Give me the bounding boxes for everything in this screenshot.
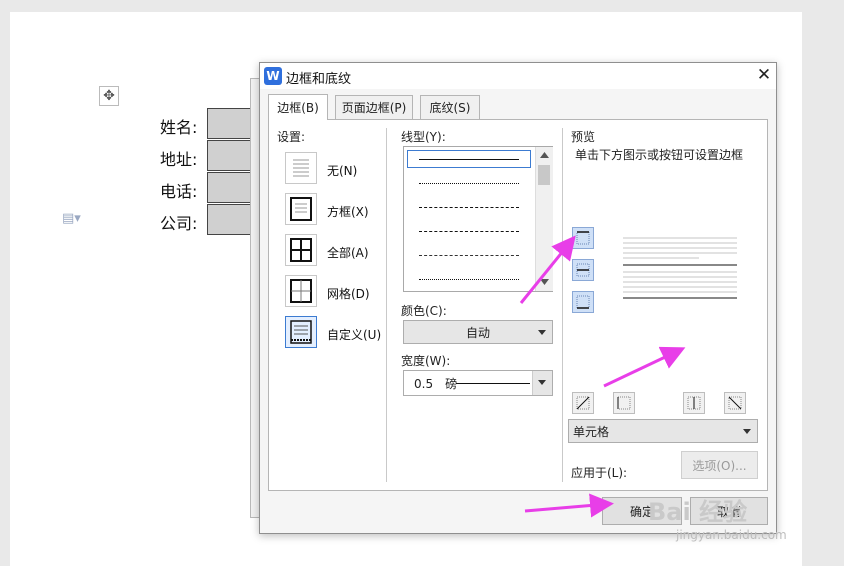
options-button[interactable]: 选项(O)... [681, 451, 758, 479]
scroll-down-icon[interactable] [540, 279, 549, 285]
dialog-title: 边框和底纹 [286, 72, 352, 87]
width-label: 宽度(W): [401, 354, 451, 368]
scroll-thumb[interactable] [538, 165, 550, 185]
tab-page-border[interactable]: 页面边框(P) [335, 95, 413, 119]
table-move-handle-icon[interactable]: ✥ [99, 86, 119, 106]
line-style-dash-dot[interactable] [419, 255, 519, 256]
tab-shading[interactable]: 底纹(S) [420, 95, 480, 119]
field-label-phone: 电话: [160, 182, 198, 201]
setting-custom-icon[interactable] [285, 316, 317, 348]
field-label-company: 公司: [160, 214, 198, 233]
paragraph-icon[interactable]: ▤▾ [62, 211, 81, 226]
color-dropdown[interactable]: 自动 [403, 320, 553, 344]
divider-right [562, 128, 563, 482]
line-style-dashed-fine[interactable] [419, 207, 519, 208]
apply-to-dropdown[interactable]: 单元格 [568, 419, 758, 443]
divider-left [386, 128, 387, 482]
watermark-logo: Bai 经验 [648, 498, 748, 526]
width-sample-line [456, 383, 530, 384]
line-style-heading: 线型(Y): [401, 130, 446, 144]
setting-none-label: 无(N) [327, 164, 358, 178]
line-style-solid[interactable] [419, 159, 519, 160]
color-label: 颜色(C): [401, 304, 447, 318]
setting-all-icon[interactable] [285, 234, 317, 266]
borders-shading-dialog: W 边框和底纹 ✕ 边框(B) 页面边框(P) 底纹(S) 设置: 无(N) 方… [259, 62, 777, 534]
setting-all-label: 全部(A) [327, 246, 369, 260]
line-style-dotted[interactable] [419, 183, 519, 184]
chevron-down-icon [743, 429, 751, 434]
line-style-scrollbar[interactable] [535, 147, 553, 291]
watermark-url: jingyan.baidu.com [676, 528, 787, 542]
apply-to-label: 应用于(L): [571, 466, 628, 480]
width-value: 0.5 磅 [414, 376, 458, 391]
dialog-titlebar: W 边框和底纹 ✕ [260, 63, 776, 89]
setting-box-label: 方框(X) [327, 205, 369, 219]
line-style-dash-dot-dot[interactable] [419, 279, 519, 280]
field-label-name: 姓名: [160, 118, 198, 137]
border-inside-horizontal-toggle-icon[interactable] [572, 259, 594, 281]
preview-hint: 单击下方图示或按钮可设置边框 [575, 148, 744, 162]
setting-custom-label: 自定义(U) [327, 328, 382, 342]
width-dropdown[interactable]: 0.5 磅 [403, 370, 553, 396]
border-left-toggle-icon[interactable] [613, 392, 635, 414]
tab-borders[interactable]: 边框(B) [268, 94, 328, 120]
border-top-toggle-icon[interactable] [572, 227, 594, 249]
line-style-dashed[interactable] [419, 231, 519, 232]
wps-logo-icon: W [264, 67, 282, 85]
chevron-down-icon [538, 330, 546, 335]
chevron-down-icon [538, 380, 546, 385]
apply-to-value: 单元格 [573, 424, 610, 439]
settings-heading: 设置: [277, 130, 306, 144]
border-diagonal-down-toggle-icon[interactable] [724, 392, 746, 414]
field-label-address: 地址: [160, 150, 198, 169]
setting-grid-label: 网格(D) [327, 287, 370, 301]
border-diagonal-up-toggle-icon[interactable] [572, 392, 594, 414]
border-bottom-toggle-icon[interactable] [572, 291, 594, 313]
setting-none-icon[interactable] [285, 152, 317, 184]
close-icon[interactable]: ✕ [754, 65, 774, 85]
setting-grid-icon[interactable] [285, 275, 317, 307]
border-preview-area[interactable] [619, 232, 741, 306]
border-inside-vertical-toggle-icon[interactable] [683, 392, 705, 414]
preview-heading: 预览 [571, 130, 596, 144]
scroll-up-icon[interactable] [540, 152, 549, 158]
line-style-list[interactable] [403, 146, 553, 292]
color-value: 自动 [465, 325, 490, 340]
setting-box-icon[interactable] [285, 193, 317, 225]
